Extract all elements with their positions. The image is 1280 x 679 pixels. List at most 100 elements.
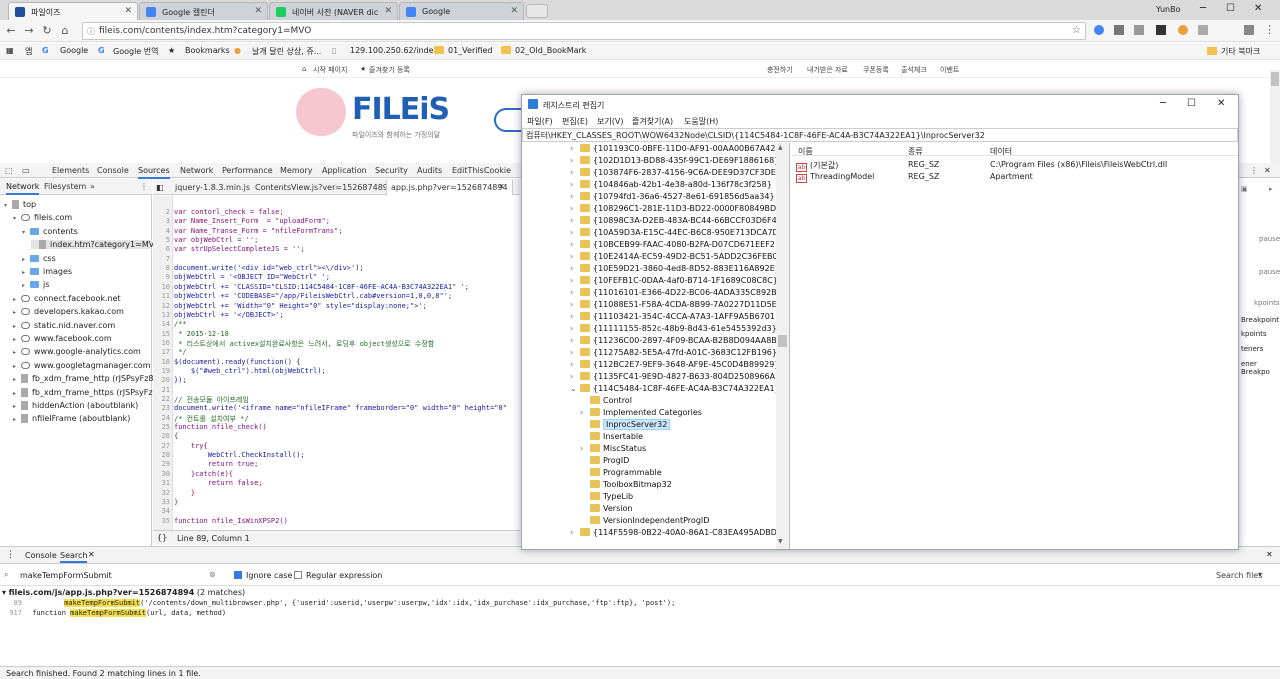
- expand-chevron-icon[interactable]: ›: [570, 348, 580, 357]
- new-tab-button[interactable]: [526, 4, 548, 18]
- topnav-coupon[interactable]: 쿠폰등록: [863, 65, 889, 75]
- registry-key[interactable]: › {114F5598-0B22-40A0-86A1-C83EA495ADBD}: [570, 528, 782, 537]
- registry-key[interactable]: ⌄ {114C5484-1C8F-46FE-AC4A-B3C74A322EA1}: [570, 384, 780, 393]
- registry-key[interactable]: › {104846ab-42b1-4e38-a80d-136f78c3f258}: [570, 180, 772, 189]
- expand-triangle-icon[interactable]: ▸: [13, 309, 21, 316]
- line-number[interactable]: 24: [153, 414, 170, 422]
- code-line[interactable]: objWebCtrl += '</OBJECT>';: [174, 311, 284, 319]
- tree-item[interactable]: ▸ nfileIFrame (aboutblank): [13, 414, 130, 424]
- inspect-icon[interactable]: ⬚: [5, 166, 13, 175]
- registry-key[interactable]: › {11111155-852c-48b9-8d43-61e5455392d3}: [570, 324, 777, 333]
- line-number[interactable]: 4: [153, 227, 170, 235]
- code-line[interactable]: }catch(e){: [174, 470, 233, 478]
- close-tab-icon[interactable]: ✕: [254, 6, 262, 16]
- registry-subkey[interactable]: Programmable: [580, 468, 662, 477]
- code-line[interactable]: * 리스트상에서 activex설치완료사항은 느려서, 로딩후 object생…: [174, 339, 434, 349]
- expand-triangle-icon[interactable]: ▸: [13, 296, 21, 303]
- navigator-menu-icon[interactable]: ⋮: [140, 182, 148, 191]
- tree-item[interactable]: ▾ fileis.com: [13, 213, 72, 222]
- code-line[interactable]: objWebCtrl += 'CODEBASE="/app/FileisWebC…: [174, 292, 452, 300]
- registry-key[interactable]: › {11275A82-5E5A-47fd-A01C-3683C12FB196}: [570, 348, 777, 357]
- expand-triangle-icon[interactable]: ▸: [22, 282, 30, 289]
- scroll-up-icon[interactable]: ▲: [778, 144, 783, 151]
- clear-search-icon[interactable]: ⊗: [209, 570, 216, 579]
- expand-chevron-icon[interactable]: ›: [580, 408, 590, 417]
- sidebar-listeners[interactable]: teners: [1241, 345, 1263, 353]
- bookmark-google-translate[interactable]: Google 번역: [113, 46, 158, 57]
- regedit-maximize-icon[interactable]: ☐: [1187, 98, 1196, 109]
- sidebar-xhr-breakpoints[interactable]: Breakpoint: [1241, 316, 1279, 324]
- apps-icon[interactable]: ▦: [6, 46, 14, 55]
- line-number[interactable]: 20: [153, 376, 170, 384]
- code-line[interactable]: {: [174, 432, 178, 440]
- registry-key[interactable]: › {11016101-E366-4D22-BC06-4ADA335C892B}: [570, 288, 782, 297]
- expand-chevron-icon[interactable]: ›: [570, 144, 580, 153]
- registry-key[interactable]: › {10FEFB1C-0DAA-4af0-B714-1F1689C08C8C}: [570, 276, 778, 285]
- menu-icon[interactable]: ⋮: [1264, 23, 1275, 36]
- bookmark-other[interactable]: 기타 북마크: [1207, 46, 1260, 57]
- more-tabs-icon[interactable]: »: [90, 182, 95, 191]
- close-window-icon[interactable]: ✕: [1254, 3, 1262, 14]
- tree-item[interactable]: ▸ developers.kakao.com: [13, 307, 124, 316]
- code-line[interactable]: document.write('<iframe name="nfileIFram…: [174, 404, 507, 412]
- tree-item[interactable]: ▸ fb_xdm_frame_http (rJSPsyFz8kQ: [13, 374, 164, 384]
- registry-key[interactable]: › {103874F6-2837-4156-9C6A-DEE9D37CF3DE}: [570, 168, 781, 177]
- browser-tab-1[interactable]: Google 캘린더 ✕: [139, 2, 268, 20]
- tree-item[interactable]: ▸ css: [22, 254, 56, 263]
- registry-subkey[interactable]: VersionIndependentProgID: [580, 516, 709, 525]
- expand-triangle-icon[interactable]: ▸: [22, 256, 30, 263]
- close-tab-icon[interactable]: ✕: [384, 6, 392, 16]
- code-line[interactable]: objWebCtrl += 'Width="0" Height="0" styl…: [174, 302, 427, 310]
- extension-icon[interactable]: [1178, 25, 1188, 35]
- page-scrollbar[interactable]: [1270, 70, 1280, 163]
- registry-subkey[interactable]: Control: [580, 396, 632, 405]
- code-line[interactable]: $(document).ready(function() {: [174, 358, 300, 366]
- code-line[interactable]: */: [174, 348, 186, 356]
- tree-item[interactable]: ▸ www.facebook.com: [13, 334, 112, 343]
- expand-chevron-icon[interactable]: ›: [570, 180, 580, 189]
- line-number[interactable]: 11: [153, 292, 170, 300]
- line-number[interactable]: 21: [153, 386, 170, 394]
- browser-tab-0[interactable]: 파일이즈 ✕: [8, 2, 138, 20]
- page-scroll-thumb[interactable]: [1271, 72, 1279, 86]
- line-number[interactable]: 30: [153, 470, 170, 478]
- expand-chevron-icon[interactable]: ›: [570, 372, 580, 381]
- tab-network[interactable]: Network: [180, 166, 213, 175]
- registry-key[interactable]: › {1135FC41-9E9D-4827-B633-804D2508966A}: [570, 372, 780, 381]
- expand-chevron-icon[interactable]: ›: [570, 276, 580, 285]
- code-line[interactable]: objWebCtrl += 'CLASSID="CLSID:114C5484-1…: [174, 283, 469, 291]
- close-search-icon[interactable]: ✕: [88, 550, 95, 559]
- registry-subkey[interactable]: › Implemented Categories: [580, 408, 702, 417]
- home-icon[interactable]: ⌂: [58, 24, 72, 37]
- registry-key[interactable]: › {101193C0-0BFE-11D0-AF91-00AA00B67A42}: [570, 144, 781, 153]
- registry-subkey[interactable]: › MiscStatus: [580, 444, 646, 453]
- drawer-menu-icon[interactable]: ⋮: [6, 550, 15, 560]
- registry-key[interactable]: › {10E59D21-3860-4ed8-8D52-883E116A892E}: [570, 264, 780, 273]
- registry-subkey[interactable]: Insertable: [580, 432, 643, 441]
- result-file-header[interactable]: ▾ fileis.com/js/app.js.php?ver=152687489…: [2, 588, 602, 597]
- value-row[interactable]: ab ThreadingModel REG_SZ Apartment: [796, 172, 1236, 183]
- tab-audits[interactable]: Audits: [417, 166, 442, 175]
- tab-editthiscookie[interactable]: EditThisCookie: [452, 166, 511, 175]
- sidebar-collapse-icon[interactable]: ▣: [1241, 185, 1248, 193]
- expand-chevron-icon[interactable]: ›: [570, 324, 580, 333]
- tab-console[interactable]: Console: [97, 166, 129, 175]
- expand-chevron-icon[interactable]: ›: [570, 228, 580, 237]
- expand-chevron-icon[interactable]: ›: [570, 288, 580, 297]
- forward-icon[interactable]: →: [22, 24, 36, 37]
- expand-chevron-icon[interactable]: ›: [570, 192, 580, 201]
- back-icon[interactable]: ←: [4, 24, 18, 37]
- line-number[interactable]: 10: [153, 283, 170, 291]
- extension-icon[interactable]: [1134, 25, 1144, 35]
- expand-chevron-icon[interactable]: ›: [570, 240, 580, 249]
- code-line[interactable]: function nfile_check(): [174, 423, 267, 431]
- maximize-icon[interactable]: ☐: [1226, 3, 1235, 14]
- registry-key[interactable]: › {11088E51-F58A-4CDA-8B99-7A0227D11D5E}: [570, 300, 782, 309]
- expand-chevron-icon[interactable]: ›: [570, 204, 580, 213]
- expand-chevron-icon[interactable]: ›: [570, 336, 580, 345]
- expand-triangle-icon[interactable]: ▸: [13, 349, 21, 356]
- registry-subkey[interactable]: InprocServer32: [580, 419, 671, 430]
- file-tab-jquery[interactable]: jquery-1.8.3.min.js: [175, 183, 250, 192]
- line-number[interactable]: 34: [153, 507, 170, 515]
- tree-item[interactable]: ▾ contents: [22, 227, 78, 236]
